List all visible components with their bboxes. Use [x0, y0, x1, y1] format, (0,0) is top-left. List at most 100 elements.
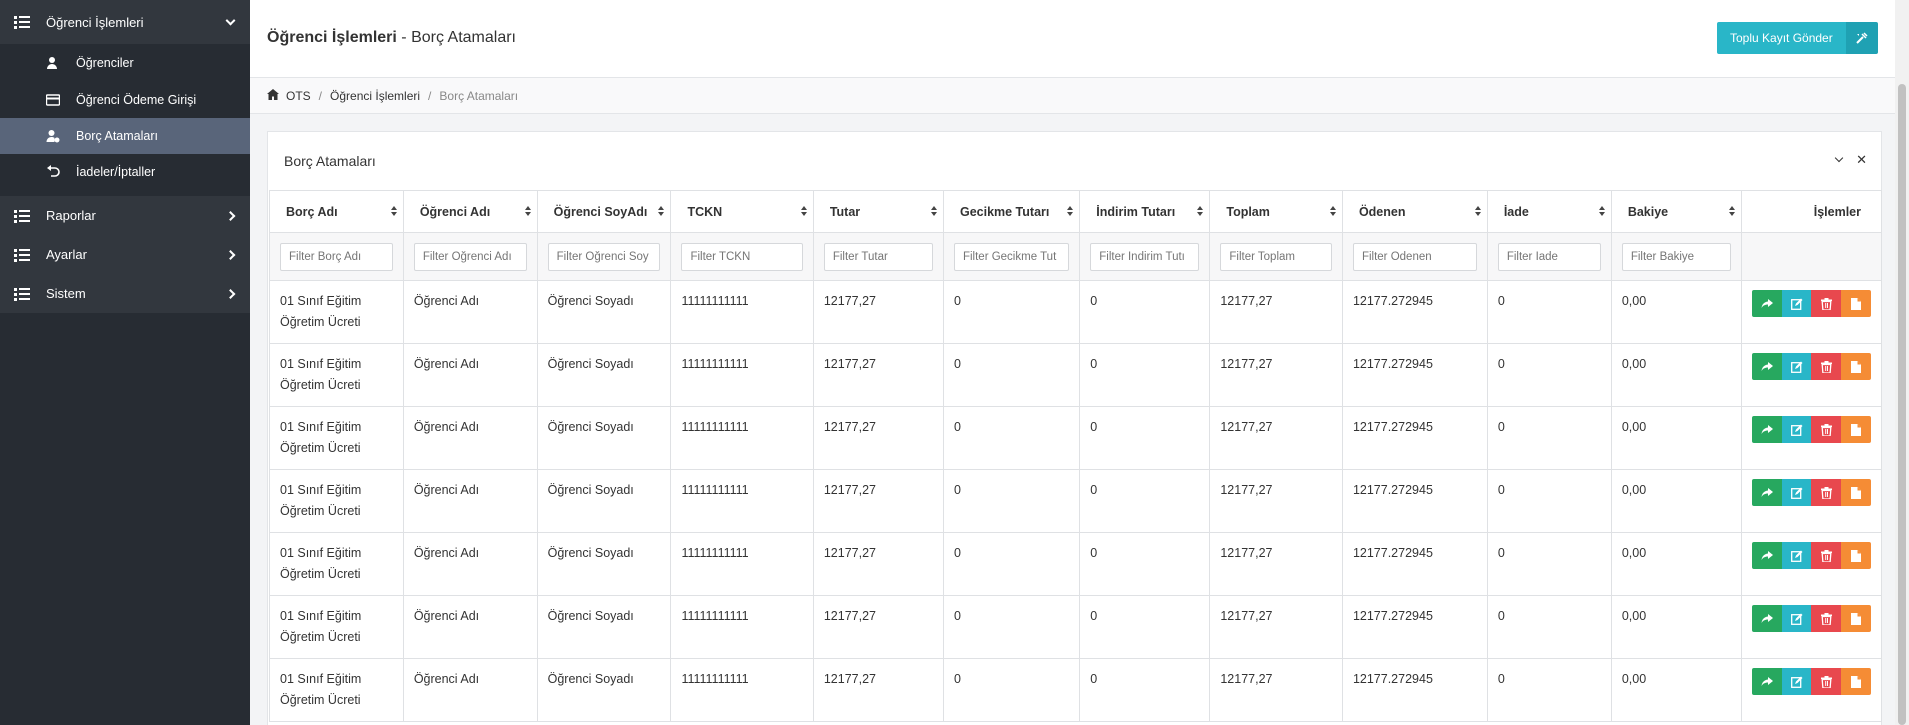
- document-button[interactable]: [1841, 416, 1871, 443]
- cell-tutar: 12177,27: [812, 406, 944, 470]
- sidebar-group-sistem[interactable]: Sistem: [0, 274, 250, 313]
- forward-button[interactable]: [1751, 416, 1782, 443]
- filter-toplam-input[interactable]: [1220, 242, 1332, 271]
- cell-indirim: 0: [1079, 343, 1211, 407]
- edit-button[interactable]: [1781, 290, 1812, 317]
- cell-gecikme: 0: [942, 469, 1081, 533]
- delete-button[interactable]: [1811, 542, 1842, 569]
- column-header-label: Öğrenci SoyAdı: [553, 204, 648, 219]
- breadcrumb-home[interactable]: OTS: [286, 89, 311, 103]
- cell-ad: Öğrenci Adı: [402, 280, 538, 344]
- document-button[interactable]: [1841, 542, 1871, 569]
- filter-cell: [402, 232, 538, 281]
- breadcrumb-parent[interactable]: Öğrenci İşlemleri: [330, 89, 420, 103]
- edit-button[interactable]: [1781, 605, 1812, 632]
- cell-tckn: 11111111111: [670, 595, 814, 659]
- column-header-label: Bakiye: [1627, 204, 1669, 219]
- cell-tutar: 12177,27: [812, 280, 944, 344]
- sidebar-item-iadeler[interactable]: İadeler/İptaller: [0, 154, 250, 190]
- delete-button[interactable]: [1811, 290, 1842, 317]
- column-header-actions: İşlemler: [1740, 190, 1883, 233]
- sidebar-item-odeme-girisi[interactable]: Öğrenci Ödeme Girişi: [0, 82, 250, 118]
- close-icon[interactable]: ✕: [1856, 152, 1867, 168]
- cell-tutar: 12177,27: [812, 658, 944, 722]
- forward-button[interactable]: [1751, 542, 1782, 569]
- filter-gecikme-input[interactable]: [953, 242, 1070, 271]
- column-header[interactable]: Borç Adı: [269, 190, 404, 233]
- sidebar-group-label: Ayarlar: [46, 247, 87, 262]
- sort-icon: [1598, 206, 1605, 216]
- table-row: 01 Sınıf Eğitim Öğretim Ücreti Öğrenci Adı…: [269, 658, 1883, 722]
- bulk-send-button[interactable]: Toplu Kayıt Gönder: [1717, 22, 1878, 54]
- scrollbar-thumb[interactable]: [1898, 84, 1906, 725]
- delete-button[interactable]: [1811, 353, 1842, 380]
- collapse-chevron-icon[interactable]: [1834, 153, 1844, 163]
- column-header-label: Öğrenci Adı: [419, 204, 491, 219]
- edit-button[interactable]: [1781, 542, 1812, 569]
- cell-bakiye: 0,00: [1610, 595, 1742, 659]
- sidebar-item-label: Öğrenciler: [76, 56, 134, 70]
- column-header[interactable]: Bakiye: [1610, 190, 1742, 233]
- filter-bakiye-input[interactable]: [1621, 242, 1731, 271]
- delete-button[interactable]: [1811, 605, 1842, 632]
- filter-iade-input[interactable]: [1497, 242, 1601, 271]
- document-button[interactable]: [1841, 353, 1871, 380]
- sidebar-item-ogrenciler[interactable]: Öğrenciler: [0, 44, 250, 82]
- sidebar-group-ayarlar[interactable]: Ayarlar: [0, 235, 250, 274]
- cell-tckn: 11111111111: [670, 658, 814, 722]
- forward-button[interactable]: [1751, 353, 1782, 380]
- sort-icon: [524, 206, 531, 216]
- filter-cell: [812, 232, 944, 281]
- table-row: 01 Sınıf Eğitim Öğretim Ücreti Öğrenci Adı…: [269, 532, 1883, 596]
- forward-button[interactable]: [1751, 605, 1782, 632]
- column-header-label: İndirim Tutarı: [1096, 204, 1176, 219]
- sidebar-group-raporlar[interactable]: Raporlar: [0, 196, 250, 235]
- chevron-right-icon: [225, 210, 236, 221]
- row-actions: [1751, 605, 1871, 632]
- delete-button[interactable]: [1811, 479, 1842, 506]
- column-header[interactable]: Gecikme Tutarı: [942, 190, 1081, 233]
- forward-button[interactable]: [1751, 290, 1782, 317]
- column-header[interactable]: Ödenen: [1341, 190, 1488, 233]
- edit-button[interactable]: [1781, 416, 1812, 443]
- forward-button[interactable]: [1751, 479, 1782, 506]
- column-header[interactable]: Toplam: [1209, 190, 1343, 233]
- delete-button[interactable]: [1811, 668, 1842, 695]
- column-header[interactable]: İndirim Tutarı: [1079, 190, 1211, 233]
- cell-actions: [1740, 280, 1883, 344]
- cell-soyad: Öğrenci Soyadı: [536, 280, 672, 344]
- document-button[interactable]: [1841, 605, 1871, 632]
- debt-assignments-table: Borç Adı Öğrenci Adı Öğrenci SoyAdı TCKN…: [269, 190, 1883, 722]
- filter-ogrenci-adi-input[interactable]: [413, 242, 527, 271]
- delete-button[interactable]: [1811, 416, 1842, 443]
- chevron-down-icon: [225, 15, 236, 26]
- filter-odenen-input[interactable]: [1352, 242, 1477, 271]
- forward-button[interactable]: [1751, 668, 1782, 695]
- vertical-scrollbar[interactable]: [1895, 0, 1909, 725]
- filter-cell: [1610, 232, 1742, 281]
- card-title: Borç Atamaları: [284, 153, 376, 169]
- column-header[interactable]: İade: [1486, 190, 1612, 233]
- edit-button[interactable]: [1781, 668, 1812, 695]
- cell-gecikme: 0: [942, 280, 1081, 344]
- filter-ogrenci-soyadi-input[interactable]: [547, 242, 661, 271]
- document-button[interactable]: [1841, 290, 1871, 317]
- cell-ad: Öğrenci Adı: [402, 532, 538, 596]
- sidebar-item-borc-atamalari[interactable]: Borç Atamaları: [0, 118, 250, 154]
- list-icon: [14, 287, 30, 301]
- column-header[interactable]: Öğrenci Adı: [402, 190, 538, 233]
- column-header[interactable]: Öğrenci SoyAdı: [536, 190, 672, 233]
- filter-tutar-input[interactable]: [823, 242, 933, 271]
- cell-indirim: 0: [1079, 595, 1211, 659]
- column-header[interactable]: TCKN: [670, 190, 814, 233]
- filter-indirim-input[interactable]: [1090, 242, 1200, 271]
- column-header-label: Gecikme Tutarı: [959, 204, 1050, 219]
- filter-tckn-input[interactable]: [681, 242, 803, 271]
- column-header[interactable]: Tutar: [812, 190, 944, 233]
- document-button[interactable]: [1841, 479, 1871, 506]
- edit-button[interactable]: [1781, 353, 1812, 380]
- document-button[interactable]: [1841, 668, 1871, 695]
- sidebar-group-ogrenci-islemleri[interactable]: Öğrenci İşlemleri: [0, 0, 250, 44]
- edit-button[interactable]: [1781, 479, 1812, 506]
- filter-borc-adi-input[interactable]: [280, 242, 393, 271]
